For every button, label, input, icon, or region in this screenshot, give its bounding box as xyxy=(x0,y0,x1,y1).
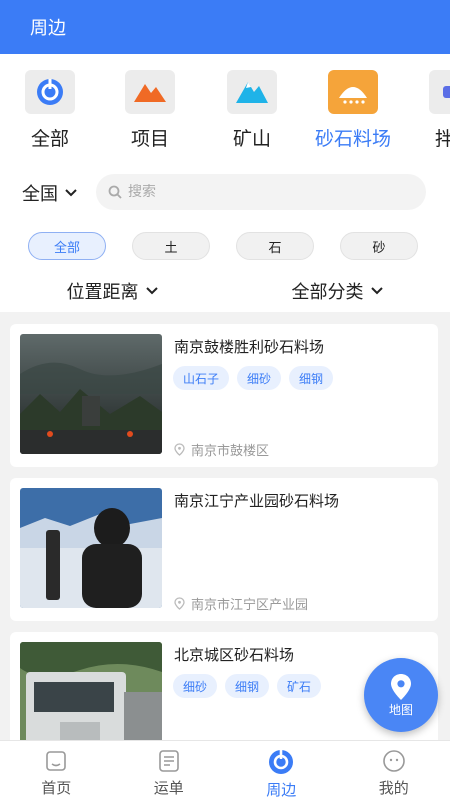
sort-bar: 位置距离 全部分类 xyxy=(0,278,450,304)
site-address-text: 南京市江宁区产业园 xyxy=(191,598,309,613)
category-bar: 全部 项目 矿山 砂石料场 拌合 xyxy=(0,54,450,162)
material-tag: 矿石 xyxy=(277,674,322,698)
category-label: 项目 xyxy=(130,128,169,150)
chip-stone[interactable]: 石 xyxy=(236,232,314,260)
material-chips: 全部 土 石 砂 xyxy=(28,232,418,260)
chevron-down-icon xyxy=(145,287,158,295)
tab-label: 周边 xyxy=(266,781,297,799)
header-bar: 周边 xyxy=(0,0,450,54)
map-button[interactable]: 地图 xyxy=(364,658,438,732)
nearby-icon xyxy=(269,750,294,774)
category-sand-yard[interactable]: 砂石料场 xyxy=(307,70,399,151)
tab-label: 我的 xyxy=(378,779,409,797)
search-box[interactable] xyxy=(96,174,426,210)
sand-pile-icon xyxy=(328,70,378,114)
location-pin-icon xyxy=(174,443,185,456)
page-title: 周边 xyxy=(30,18,66,39)
site-address-text: 南京市鼓楼区 xyxy=(191,444,270,459)
site-thumbnail xyxy=(20,334,162,454)
site-tags: 细砂 细钢 矿石 xyxy=(173,674,322,698)
tab-label: 首页 xyxy=(41,779,72,797)
sort-distance-label: 位置距离 xyxy=(66,282,139,303)
chip-soil[interactable]: 土 xyxy=(132,232,210,260)
material-tag: 细钢 xyxy=(225,674,270,698)
category-label: 砂石料场 xyxy=(314,128,391,150)
region-label: 全国 xyxy=(22,184,58,205)
region-selector[interactable]: 全国 xyxy=(22,180,78,206)
category-mixing[interactable]: 拌合 xyxy=(408,70,450,151)
location-pin-icon xyxy=(174,597,185,610)
mountain-orange-icon xyxy=(125,70,175,114)
site-card[interactable]: 南京江宁产业园砂石料场 南京市江宁区产业园 xyxy=(10,478,438,621)
chip-all[interactable]: 全部 xyxy=(28,232,106,260)
mountain-blue-icon xyxy=(227,70,277,114)
site-card[interactable]: 南京鼓楼胜利砂石料场 山石子 细砂 细钢 南京市鼓楼区 xyxy=(10,324,438,467)
category-mine[interactable]: 矿山 xyxy=(206,70,298,151)
chevron-down-icon xyxy=(370,287,383,295)
material-tag: 细砂 xyxy=(173,674,218,698)
site-address: 南京市鼓楼区 xyxy=(174,440,269,459)
filter-panel: 全国 全部 土 石 砂 位置距离 全部分类 xyxy=(0,162,450,312)
tab-profile[interactable]: 我的 xyxy=(338,741,450,800)
tab-nearby[interactable]: 周边 xyxy=(225,741,338,800)
sort-category-dropdown[interactable]: 全部分类 xyxy=(225,278,450,304)
site-title: 南京鼓楼胜利砂石料场 xyxy=(174,338,325,356)
app-root: 周边 全部 项目 矿山 砂石料场 拌 全国 搜索 全部 土 石 砂 位置距离 全… xyxy=(0,0,450,800)
chevron-down-icon xyxy=(65,189,77,197)
tab-label: 运单 xyxy=(153,779,184,797)
site-tags: 山石子 细砂 细钢 xyxy=(173,366,334,390)
material-tag: 细钢 xyxy=(289,366,334,390)
category-project[interactable]: 项目 xyxy=(104,70,196,151)
category-all[interactable]: 全部 xyxy=(4,70,96,151)
chip-sand[interactable]: 砂 xyxy=(340,232,418,260)
mixer-icon xyxy=(429,70,450,114)
category-label: 全部 xyxy=(30,128,69,150)
sort-distance-dropdown[interactable]: 位置距离 xyxy=(0,278,225,304)
category-label: 拌合 xyxy=(434,128,450,150)
target-icon xyxy=(25,70,75,114)
site-title: 南京江宁产业园砂石料场 xyxy=(174,492,340,510)
waybill-icon xyxy=(158,750,179,772)
category-label: 矿山 xyxy=(232,128,271,150)
bottom-tabbar: 首页 运单 周边 我的 xyxy=(0,740,450,800)
sort-category-label: 全部分类 xyxy=(291,282,364,303)
home-icon xyxy=(46,751,67,771)
search-input[interactable] xyxy=(128,184,408,200)
tab-waybill[interactable]: 运单 xyxy=(113,741,226,800)
material-tag: 山石子 xyxy=(173,366,230,390)
site-address: 南京市江宁区产业园 xyxy=(174,594,308,613)
map-button-label: 地图 xyxy=(388,702,413,717)
tab-home[interactable]: 首页 xyxy=(0,741,113,800)
search-icon xyxy=(108,185,122,199)
site-title: 北京城区砂石料场 xyxy=(174,646,295,664)
map-pin-icon xyxy=(391,673,411,700)
profile-icon xyxy=(382,750,405,772)
material-tag: 细砂 xyxy=(237,366,282,390)
site-thumbnail xyxy=(20,488,162,608)
